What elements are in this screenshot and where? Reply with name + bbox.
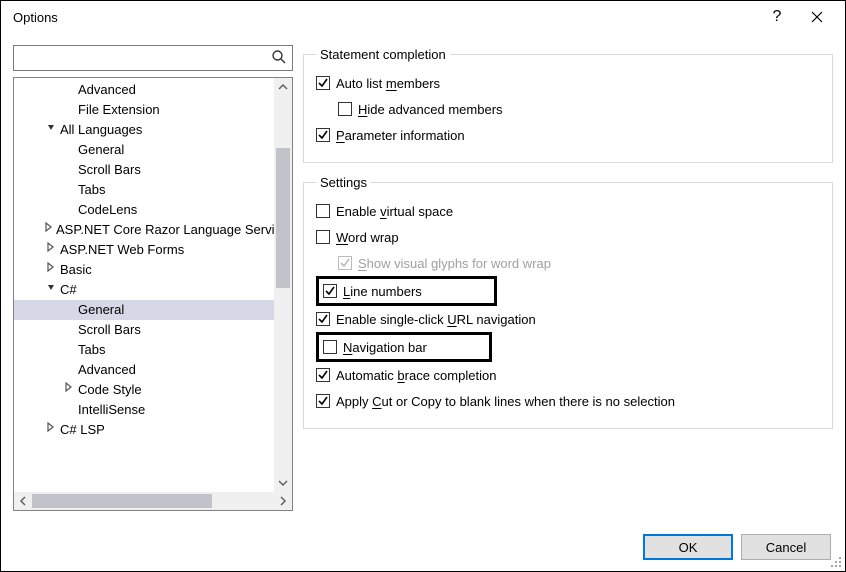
tree-item-label: Code Style <box>76 380 142 400</box>
hide-advanced-members-label: Hide advanced members <box>358 102 503 117</box>
apply-cut-copy-blank-lines-checkbox[interactable] <box>316 394 330 408</box>
parameter-information-label: Parameter information <box>336 128 465 143</box>
tree-item-label: C# <box>58 280 77 300</box>
show-visual-glyphs-checkbox <box>338 256 352 270</box>
enable-virtual-space-label: Enable virtual space <box>336 204 453 219</box>
titlebar: Options ? <box>1 1 845 33</box>
tree-item[interactable]: Scroll Bars <box>14 160 274 180</box>
tree-item-label: Scroll Bars <box>76 320 141 340</box>
tree-item-label: Advanced <box>76 360 136 380</box>
tree-expander-icon[interactable] <box>44 260 58 280</box>
tree-expander-icon[interactable] <box>44 280 58 300</box>
tree-item-label: General <box>76 140 124 160</box>
close-button[interactable] <box>797 3 837 31</box>
scroll-thumb-h[interactable] <box>32 494 212 508</box>
scroll-left-arrow[interactable] <box>14 492 32 510</box>
tree-item-label: All Languages <box>58 120 142 140</box>
tree-item-label: General <box>76 300 124 320</box>
scroll-right-arrow[interactable] <box>274 492 292 510</box>
search-icon <box>271 49 287 65</box>
tree-item[interactable]: Tabs <box>14 340 274 360</box>
tree-item-label: Scroll Bars <box>76 160 141 180</box>
tree-item[interactable]: C# <box>14 280 274 300</box>
tree-item[interactable]: Code Style <box>14 380 274 400</box>
tree-item[interactable]: Advanced <box>14 360 274 380</box>
enable-url-navigation-checkbox[interactable] <box>316 312 330 326</box>
tree-expander-icon[interactable] <box>44 240 58 260</box>
tree-item[interactable]: CodeLens <box>14 200 274 220</box>
apply-cut-copy-blank-lines-label: Apply Cut or Copy to blank lines when th… <box>336 394 675 409</box>
navigation-bar-checkbox[interactable] <box>323 340 337 354</box>
tree-item-label: CodeLens <box>76 200 137 220</box>
tree-item-label: Tabs <box>76 180 105 200</box>
tree-item-label: ASP.NET Core Razor Language Service <box>54 220 274 240</box>
tree-item-label: Basic <box>58 260 92 280</box>
search-container <box>13 45 293 71</box>
enable-virtual-space-checkbox[interactable] <box>316 204 330 218</box>
enable-url-navigation-label: Enable single-click URL navigation <box>336 312 536 327</box>
window-title: Options <box>9 10 757 25</box>
tree-item[interactable]: Scroll Bars <box>14 320 274 340</box>
settings-legend: Settings <box>316 175 371 190</box>
tree-item[interactable]: General <box>14 140 274 160</box>
hide-advanced-members-checkbox[interactable] <box>338 102 352 116</box>
scroll-thumb[interactable] <box>276 148 290 288</box>
tree-item-label: Tabs <box>76 340 105 360</box>
horizontal-scrollbar[interactable] <box>14 492 292 510</box>
automatic-brace-completion-checkbox[interactable] <box>316 368 330 382</box>
tree-expander-icon[interactable] <box>62 380 76 400</box>
tree-item-label: IntelliSense <box>76 400 145 420</box>
scroll-down-arrow[interactable] <box>274 474 292 492</box>
show-visual-glyphs-label: Show visual glyphs for word wrap <box>358 256 551 271</box>
tree-item[interactable]: All Languages <box>14 120 274 140</box>
tree-item[interactable]: Advanced <box>14 80 274 100</box>
tree-item[interactable]: File Extension <box>14 100 274 120</box>
navigation-bar-highlight: Navigation bar <box>316 332 492 362</box>
tree-item[interactable]: Basic <box>14 260 274 280</box>
line-numbers-checkbox[interactable] <box>323 284 337 298</box>
tree-expander-icon[interactable] <box>44 120 58 140</box>
word-wrap-label: Word wrap <box>336 230 399 245</box>
statement-completion-group: Statement completion Auto list members H… <box>303 47 833 163</box>
tree-item-label: C# LSP <box>58 420 105 440</box>
tree-item[interactable]: ASP.NET Core Razor Language Service <box>14 220 274 240</box>
word-wrap-checkbox[interactable] <box>316 230 330 244</box>
search-input[interactable] <box>13 45 293 71</box>
line-numbers-label: Line numbers <box>343 284 422 299</box>
tree-item[interactable]: Tabs <box>14 180 274 200</box>
automatic-brace-completion-label: Automatic brace completion <box>336 368 496 383</box>
tree-item[interactable]: General <box>14 300 274 320</box>
tree-item[interactable]: ASP.NET Web Forms <box>14 240 274 260</box>
resize-grip[interactable] <box>827 553 843 569</box>
tree-item[interactable]: IntelliSense <box>14 400 274 420</box>
parameter-information-checkbox[interactable] <box>316 128 330 142</box>
cancel-button[interactable]: Cancel <box>741 534 831 560</box>
tree-view: AdvancedFile ExtensionAll LanguagesGener… <box>13 77 293 511</box>
tree-expander-icon[interactable] <box>44 220 54 240</box>
settings-group: Settings Enable virtual space Word wrap … <box>303 175 833 429</box>
auto-list-members-label: Auto list members <box>336 76 440 91</box>
tree-item-label: Advanced <box>76 80 136 100</box>
tree-item[interactable]: C# LSP <box>14 420 274 440</box>
statement-legend: Statement completion <box>316 47 450 62</box>
scroll-up-arrow[interactable] <box>274 78 292 96</box>
tree-expander-icon[interactable] <box>44 420 58 440</box>
auto-list-members-checkbox[interactable] <box>316 76 330 90</box>
help-button[interactable]: ? <box>757 3 797 31</box>
tree-item-label: ASP.NET Web Forms <box>58 240 184 260</box>
tree-item-label: File Extension <box>76 100 160 120</box>
vertical-scrollbar[interactable] <box>274 78 292 492</box>
navigation-bar-label: Navigation bar <box>343 340 427 355</box>
line-numbers-highlight: Line numbers <box>316 276 497 306</box>
close-icon <box>811 11 823 23</box>
ok-button[interactable]: OK <box>643 534 733 560</box>
